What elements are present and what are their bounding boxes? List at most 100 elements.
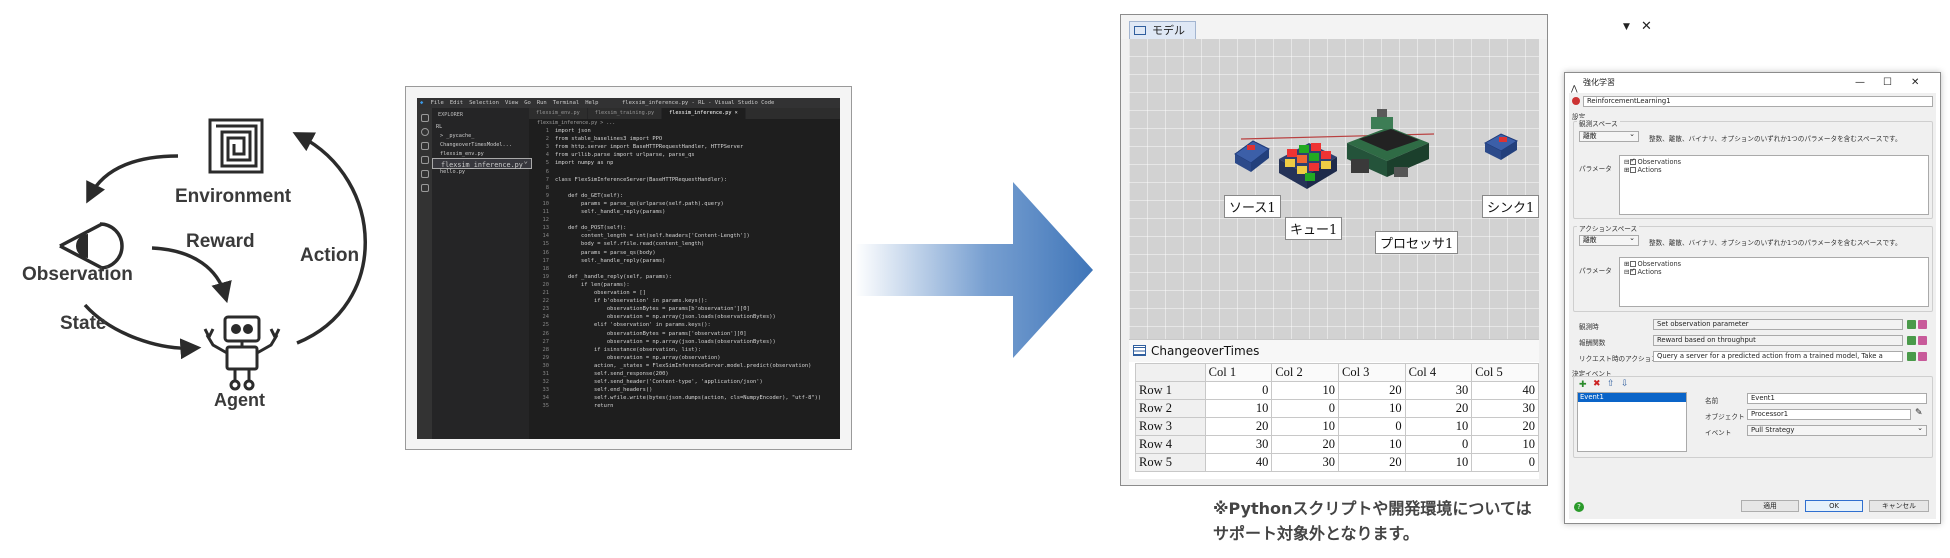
menu-item[interactable]: Go [524,100,531,106]
obs-params-tree[interactable]: ⊟Observations ⊞Actions [1619,155,1929,215]
editor-tab[interactable]: flexsim_env.py [529,108,588,119]
menu-item[interactable]: Terminal [553,100,580,106]
object-name-field[interactable]: ReinforcementLearning1 [1583,96,1933,107]
table-cell[interactable]: 30 [1204,435,1273,454]
observation-func-edit-icon[interactable] [1907,320,1916,329]
vscode-code-editor[interactable]: 1 import json 2 from stable_baselines3 impo… [529,127,840,439]
tab-model[interactable]: モデル [1129,21,1196,39]
dialog-close-icon[interactable]: ✕ [1911,73,1919,93]
support-note: ※Pythonスクリプトや開発環境については サポート対象外となります。 [1213,496,1532,546]
menu-item[interactable]: View [505,100,518,106]
column-header[interactable]: Col 2 [1271,363,1339,382]
explorer-file-item[interactable]: RL [432,122,529,131]
ok-button[interactable]: OK [1805,500,1863,512]
minimize-icon[interactable]: — [1855,73,1865,93]
help-icon[interactable]: ? [1574,502,1584,512]
column-header[interactable]: Col 1 [1204,363,1273,382]
table-cell[interactable]: 0 [1204,381,1273,400]
column-header[interactable]: Col 4 [1404,363,1473,382]
table-cell[interactable]: 10 [1404,417,1473,436]
reward-func-picker-icon[interactable] [1918,336,1927,345]
row-header[interactable]: Row 3 [1135,417,1206,436]
close-icon[interactable]: ✕ [1641,19,1652,34]
extensions-icon[interactable] [420,170,429,178]
event-object-field[interactable]: Processor1 [1747,409,1911,420]
apply-button[interactable]: 適用 [1741,500,1799,512]
menu-item[interactable]: Edit [450,100,463,106]
menu-item[interactable]: Run [537,100,547,106]
maximize-icon[interactable]: ☐ [1883,73,1892,93]
observation-func-field[interactable]: Set observation parameter [1653,319,1903,330]
table-cell[interactable]: 0 [1337,417,1406,436]
table-cell[interactable]: 10 [1337,399,1406,418]
run-debug-icon[interactable] [420,156,429,164]
move-up-icon[interactable]: ⇧ [1607,379,1615,389]
window-menu-icon[interactable]: ▼ [1623,22,1630,32]
table-cell[interactable]: 0 [1471,453,1539,472]
menu-item[interactable]: Selection [469,100,499,106]
event-list[interactable]: Event1 [1577,392,1687,452]
remove-event-icon[interactable]: ✖ [1593,379,1601,389]
request-action-field[interactable]: Query a server for a predicted action fr… [1653,351,1903,362]
table-cell[interactable]: 20 [1204,417,1273,436]
table-cell[interactable]: 10 [1271,381,1339,400]
action-space-select[interactable]: 離散 [1579,234,1639,246]
3d-model-view[interactable]: ソース1 キュー1 プロセッサ1 シンク1 [1129,39,1539,339]
column-header[interactable]: Col 5 [1471,363,1539,382]
obs-tree-observations[interactable]: ⊟Observations [1624,157,1681,166]
explorer-file-item[interactable]: > _pycache_ [432,131,529,140]
cancel-button[interactable]: キャンセル [1869,500,1929,512]
explorer-file-item[interactable]: ChangeoverTimesModel... [432,140,529,149]
table-cell[interactable]: 40 [1204,453,1273,472]
table-cell[interactable]: 20 [1337,381,1406,400]
column-header[interactable]: Col 3 [1337,363,1406,382]
table-cell[interactable]: 20 [1471,417,1539,436]
table-cell[interactable]: 0 [1271,399,1339,418]
table-cell[interactable]: 10 [1337,435,1406,454]
reward-func-field[interactable]: Reward based on throughput [1653,335,1903,346]
changeover-times-table[interactable]: Col 1 Col 2 Col 3 Col 4 Col 5 Row 1 0 10 20 30 40 R… [1135,363,1539,472]
files-icon[interactable] [420,114,429,122]
table-cell[interactable]: 10 [1471,435,1539,454]
action-tree-actions[interactable]: ⊟Actions [1624,267,1662,276]
action-params-tree[interactable]: ⊞Observations ⊟Actions [1619,257,1929,307]
object-color-icon[interactable] [1572,97,1580,105]
row-header[interactable]: Row 1 [1135,381,1206,400]
row-header[interactable]: Row 4 [1135,435,1206,454]
table-cell[interactable]: 20 [1337,453,1406,472]
obs-space-select[interactable]: 離散 [1579,130,1639,142]
table-cell[interactable]: 20 [1271,435,1339,454]
search-icon[interactable] [420,128,429,136]
row-header[interactable]: Row 5 [1135,453,1206,472]
table-cell[interactable]: 10 [1204,399,1273,418]
observation-func-picker-icon[interactable] [1918,320,1927,329]
event-list-item[interactable]: Event1 [1578,393,1686,402]
table-cell[interactable]: 20 [1404,399,1473,418]
editor-tab[interactable]: flexsim_inference.py × [662,108,746,119]
table-cell[interactable]: 10 [1271,417,1339,436]
source-control-icon[interactable] [420,142,429,150]
menu-item[interactable]: Help [585,100,598,106]
table-cell[interactable]: 40 [1471,381,1539,400]
eyedropper-icon[interactable]: ✎ [1915,408,1923,418]
test-icon[interactable] [420,184,429,192]
table-cell[interactable]: 10 [1404,453,1473,472]
reward-func-edit-icon[interactable] [1907,336,1916,345]
row-header[interactable]: Row 2 [1135,399,1206,418]
explorer-file-item[interactable]: flexsim_inference.py [432,157,532,169]
move-down-icon[interactable]: ⇩ [1621,379,1629,389]
menu-item[interactable]: File [431,100,444,106]
event-event-select[interactable]: Pull Strategy [1747,424,1927,436]
request-action-picker-icon[interactable] [1918,352,1927,361]
vscode-menu[interactable]: File Edit Selection View Go Run Terminal Help [431,100,605,106]
editor-tab[interactable]: flexsim_training.py [587,108,663,119]
event-name-field[interactable]: Event1 [1747,393,1927,404]
explorer-file-item[interactable]: flexsim_env.py [432,149,529,158]
obs-tree-actions[interactable]: ⊞ Actions [1624,166,1662,174]
table-cell[interactable]: 0 [1404,435,1473,454]
table-cell[interactable]: 30 [1404,381,1473,400]
add-event-icon[interactable]: ✚ [1579,380,1587,390]
table-cell[interactable]: 30 [1471,399,1539,418]
table-cell[interactable]: 30 [1271,453,1339,472]
request-action-edit-icon[interactable] [1907,352,1916,361]
